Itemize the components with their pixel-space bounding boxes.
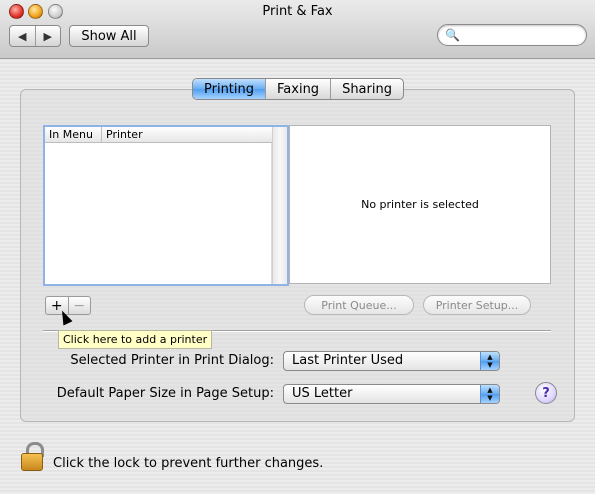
- print-queue-button[interactable]: Print Queue...: [304, 295, 414, 315]
- paper-size-popup[interactable]: US Letter ▲ ▼: [283, 384, 500, 404]
- selected-printer-popup[interactable]: Last Printer Used ▲ ▼: [283, 351, 500, 371]
- title-bar: Print & Fax ◀ ▶ Show All 🔍: [0, 0, 595, 59]
- lock-icon[interactable]: [19, 442, 45, 472]
- back-forward-control: ◀ ▶: [9, 25, 61, 47]
- printer-list[interactable]: In Menu Printer: [43, 125, 289, 286]
- search-field[interactable]: 🔍: [437, 24, 587, 46]
- lock-body: [21, 453, 43, 471]
- popup-arrows-icon: ▲ ▼: [480, 352, 499, 370]
- search-icon: 🔍: [445, 28, 460, 42]
- selected-printer-label: Selected Printer in Print Dialog:: [70, 353, 274, 368]
- help-button[interactable]: ?: [535, 382, 557, 404]
- forward-arrow-icon[interactable]: ▶: [36, 26, 61, 46]
- paper-size-label: Default Paper Size in Page Setup:: [56, 386, 274, 401]
- column-in-menu[interactable]: In Menu: [45, 127, 102, 142]
- remove-printer-button[interactable]: −: [69, 297, 91, 314]
- no-printer-message: No printer is selected: [361, 198, 479, 211]
- paper-size-value: US Letter: [292, 386, 353, 401]
- show-all-button[interactable]: Show All: [69, 25, 149, 47]
- search-input[interactable]: [460, 27, 582, 43]
- print-fax-window: Print & Fax ◀ ▶ Show All 🔍 Printing Faxi…: [0, 0, 595, 494]
- lock-message: Click the lock to prevent further change…: [53, 456, 324, 471]
- back-arrow-icon[interactable]: ◀: [10, 26, 36, 46]
- printer-list-header: In Menu Printer: [45, 127, 273, 143]
- tab-faxing[interactable]: Faxing: [266, 79, 332, 99]
- list-scrollbar[interactable]: [272, 127, 287, 284]
- tab-printing[interactable]: Printing: [193, 79, 267, 99]
- tab-bar: Printing Faxing Sharing: [192, 78, 404, 100]
- printer-setup-button[interactable]: Printer Setup...: [423, 295, 531, 315]
- add-printer-tooltip: Click here to add a printer: [58, 330, 213, 349]
- tab-sharing[interactable]: Sharing: [331, 79, 403, 99]
- selected-printer-value: Last Printer Used: [292, 353, 404, 368]
- window-title: Print & Fax: [262, 4, 333, 19]
- popup-arrows-icon: ▲ ▼: [480, 385, 499, 403]
- printer-detail-pane: No printer is selected: [289, 125, 551, 284]
- column-printer[interactable]: Printer: [102, 127, 143, 142]
